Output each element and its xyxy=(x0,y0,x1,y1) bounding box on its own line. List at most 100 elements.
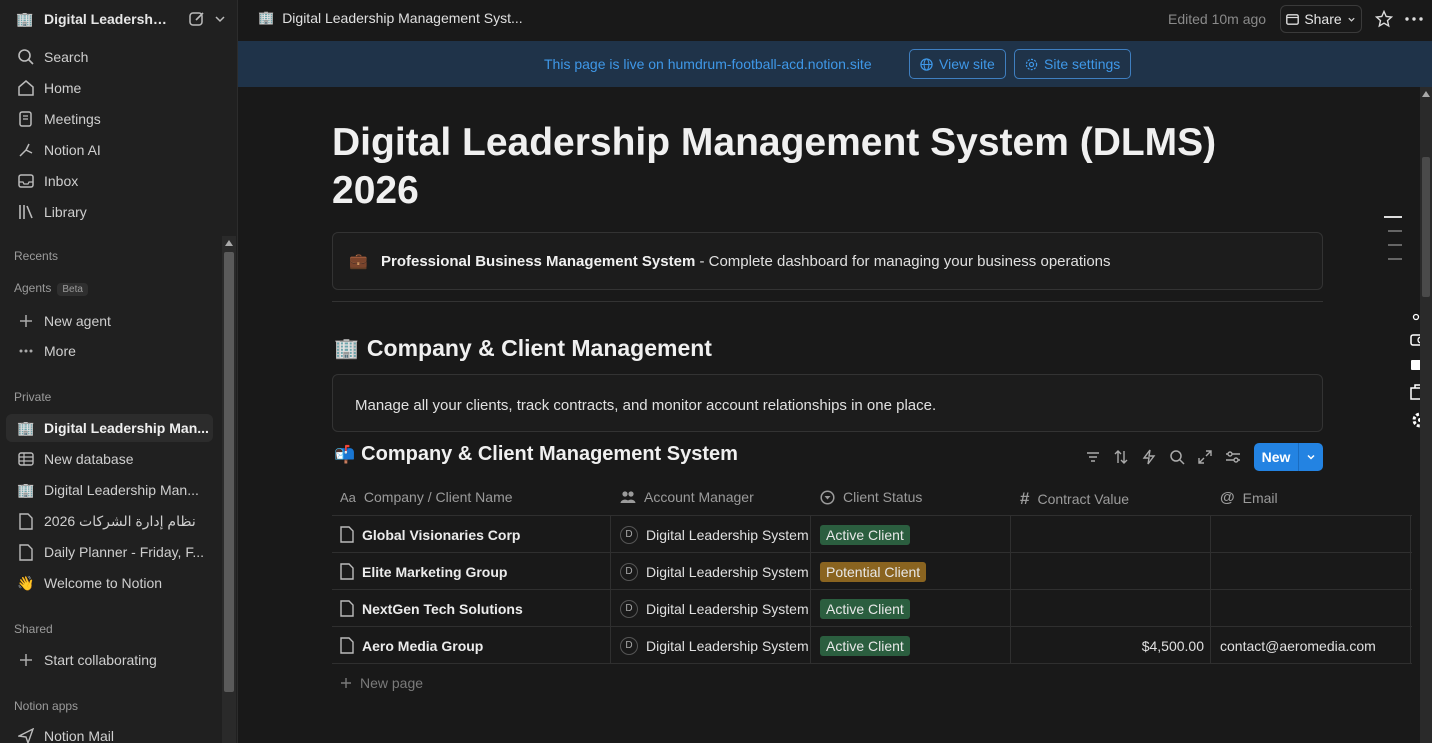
avatar: D xyxy=(620,525,638,544)
scroll-up-arrow-icon[interactable] xyxy=(1422,91,1430,97)
more-button[interactable]: More xyxy=(6,337,213,365)
share-button[interactable]: Share xyxy=(1280,5,1362,33)
page-icon xyxy=(16,542,36,562)
sidebar-page-arabic[interactable]: نظام إدارة الشركات 2026 xyxy=(6,507,213,535)
new-record-button[interactable]: New xyxy=(1254,443,1323,471)
cell-value[interactable] xyxy=(1020,590,1204,627)
sidebar-page-dlms[interactable]: 🏢 Digital Leadership Man... xyxy=(6,414,213,442)
column-divider xyxy=(1010,627,1011,664)
expand-icon[interactable] xyxy=(1196,448,1214,466)
page-icon xyxy=(340,637,354,654)
office-icon: 🏢 xyxy=(16,10,34,27)
cell-value[interactable] xyxy=(1020,516,1204,553)
agents-text: Agents xyxy=(14,281,52,295)
edited-timestamp: Edited 10m ago xyxy=(1168,11,1267,27)
nav-meetings[interactable]: Meetings xyxy=(6,105,213,133)
table-icon xyxy=(16,449,36,469)
filter-icon[interactable] xyxy=(1084,448,1102,466)
sidebar-page-dlms-2[interactable]: 🏢 Digital Leadership Man... xyxy=(6,476,213,504)
column-divider xyxy=(1010,553,1011,590)
nav-label: Digital Leadership Man... xyxy=(44,482,199,498)
column-divider xyxy=(810,516,811,553)
cell-status[interactable]: Active Client xyxy=(820,627,910,664)
main-scrollbar[interactable] xyxy=(1420,87,1432,743)
nav-home[interactable]: Home xyxy=(6,74,213,102)
scrollbar-thumb[interactable] xyxy=(224,252,234,692)
table-row[interactable]: Elite Marketing Group D Digital Leadersh… xyxy=(332,553,1412,590)
column-header-name[interactable]: Aa Company / Client Name xyxy=(340,489,513,505)
section-heading[interactable]: 🏢 Company & Client Management xyxy=(334,335,712,362)
status-tag: Active Client xyxy=(820,635,910,656)
column-header-email[interactable]: @ Email xyxy=(1220,489,1278,506)
more-options-icon[interactable] xyxy=(1405,17,1423,21)
scrollbar-thumb[interactable] xyxy=(1422,157,1430,297)
cell-value[interactable] xyxy=(1020,553,1204,590)
star-icon[interactable] xyxy=(1375,10,1393,28)
notion-mail-link[interactable]: Notion Mail xyxy=(6,722,213,743)
nav-inbox[interactable]: Inbox xyxy=(6,167,213,195)
cell-name[interactable]: Elite Marketing Group xyxy=(340,553,507,590)
cell-name[interactable]: Aero Media Group xyxy=(340,627,483,664)
sidebar-page-new-database[interactable]: New database xyxy=(6,445,213,473)
table-row[interactable]: Global Visionaries Corp D Digital Leader… xyxy=(332,516,1412,553)
cell-email[interactable]: contact@aeromedia.com xyxy=(1220,627,1376,664)
workspace-name: Digital Leadershi... xyxy=(44,11,168,27)
cell-name[interactable]: NextGen Tech Solutions xyxy=(340,590,523,627)
cell-name[interactable]: Global Visionaries Corp xyxy=(340,516,520,553)
column-divider xyxy=(810,553,811,590)
column-header-manager[interactable]: Account Manager xyxy=(620,489,754,505)
nav-notion-ai[interactable]: Notion AI xyxy=(6,136,213,164)
avatar: D xyxy=(620,562,638,581)
start-collaborating-button[interactable]: Start collaborating xyxy=(6,646,213,674)
cell-manager[interactable]: D Digital Leadership System xyxy=(620,553,809,590)
compose-icon[interactable] xyxy=(188,10,206,28)
database-title[interactable]: 📬 Company & Client Management System xyxy=(334,443,738,466)
nav-label: نظام إدارة الشركات 2026 xyxy=(44,512,196,529)
column-label: Client Status xyxy=(843,489,923,505)
sort-icon[interactable] xyxy=(1112,448,1130,466)
scroll-up-arrow-icon[interactable] xyxy=(225,240,233,246)
column-header-value[interactable]: # Contract Value xyxy=(1020,489,1129,509)
table-of-contents-indicator[interactable] xyxy=(1384,216,1402,272)
nav-search[interactable]: Search xyxy=(6,43,213,71)
section-description[interactable]: Manage all your clients, track contracts… xyxy=(332,374,1323,432)
new-page-row[interactable]: New page xyxy=(332,664,1412,701)
sidebar-page-daily-planner[interactable]: Daily Planner - Friday, F... xyxy=(6,538,213,566)
cell-manager[interactable]: D Digital Leadership System xyxy=(620,627,809,664)
page-title[interactable]: Digital Leadership Management System (DL… xyxy=(332,119,1272,215)
search-icon[interactable] xyxy=(1168,448,1186,466)
chevron-down-icon[interactable] xyxy=(1298,443,1323,471)
breadcrumb[interactable]: 🏢 Digital Leadership Management Syst... xyxy=(258,10,523,26)
cell-status[interactable]: Active Client xyxy=(820,516,910,553)
cell-status[interactable]: Active Client xyxy=(820,590,910,627)
nav-label: Home xyxy=(44,80,82,96)
settings-sliders-icon[interactable] xyxy=(1224,448,1242,466)
sidebar-scrollbar[interactable] xyxy=(222,236,236,743)
new-button-label[interactable]: New xyxy=(1254,443,1298,471)
workspace-switcher[interactable]: 🏢 Digital Leadershi... xyxy=(0,0,237,38)
callout-block[interactable]: 💼 Professional Business Management Syste… xyxy=(332,232,1323,290)
column-divider xyxy=(810,627,811,664)
cell-manager[interactable]: D Digital Leadership System xyxy=(620,516,809,553)
recents-label: Recents xyxy=(14,249,59,263)
table-row[interactable]: NextGen Tech Solutions D Digital Leaders… xyxy=(332,590,1412,627)
number-icon: # xyxy=(1020,489,1030,508)
new-page-button[interactable]: New page xyxy=(340,664,423,701)
plus-icon xyxy=(16,650,36,670)
new-agent-button[interactable]: New agent xyxy=(6,307,213,335)
column-label: Company / Client Name xyxy=(363,489,513,505)
site-settings-button[interactable]: Site settings xyxy=(1014,49,1132,79)
nav-library[interactable]: Library xyxy=(6,198,213,226)
cell-manager[interactable]: D Digital Leadership System xyxy=(620,590,809,627)
column-header-status[interactable]: Client Status xyxy=(820,489,922,505)
automation-icon[interactable] xyxy=(1140,448,1158,466)
view-site-button[interactable]: View site xyxy=(909,49,1006,79)
cell-status[interactable]: Potential Client xyxy=(820,553,927,590)
cell-value[interactable]: $4,500.00 xyxy=(1020,627,1204,664)
text-type-icon: Aa xyxy=(340,489,356,505)
table-row[interactable]: Aero Media Group D Digital Leadership Sy… xyxy=(332,627,1412,664)
nav-label: Daily Planner - Friday, F... xyxy=(44,544,205,560)
chevron-down-icon[interactable] xyxy=(214,13,226,25)
manager-name: Digital Leadership System xyxy=(646,526,809,543)
sidebar-page-welcome[interactable]: 👋 Welcome to Notion xyxy=(6,569,213,597)
